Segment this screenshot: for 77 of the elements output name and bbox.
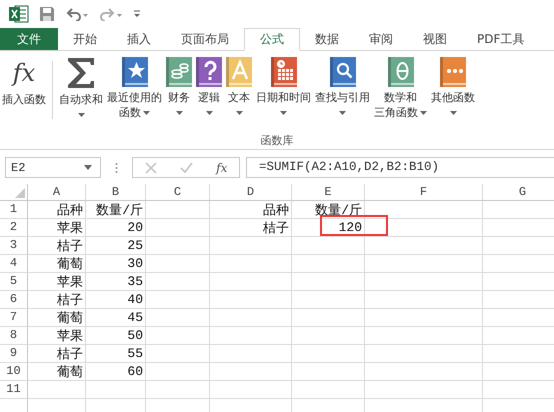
table-cell-text: 葡萄 (57, 310, 83, 326)
ribbon-button[interactable]: 逻辑 (194, 57, 224, 120)
ribbon-button[interactable]: 数学和 三角函数 (372, 57, 429, 120)
undo-icon[interactable] (65, 7, 89, 21)
save-icon[interactable] (39, 6, 55, 22)
ribbon-tab[interactable]: 审阅 (354, 28, 408, 50)
row-header[interactable]: 6 (0, 291, 28, 308)
ribbon-tab[interactable]: PDF工具 (462, 28, 540, 50)
redo-icon[interactable] (99, 7, 123, 21)
row-header[interactable]: 4 (0, 255, 28, 272)
table-cell-text: 桔子 (57, 238, 83, 254)
ribbon-button[interactable]: 最近使用的 函数 (105, 57, 164, 120)
group-label: 函数库 (260, 133, 294, 148)
dropdown-icon (84, 165, 92, 170)
table-cell: 40 (127, 292, 143, 307)
row-header[interactable]: 1 (0, 201, 28, 218)
table-cell-text: 桔子 (263, 220, 289, 236)
ribbon-button[interactable]: 其他函数 (429, 57, 477, 120)
file-tab[interactable]: 文件 (0, 28, 58, 50)
ribbon-tab[interactable]: 视图 (408, 28, 462, 50)
ribbon-tab[interactable]: 公式 (244, 28, 300, 51)
ribbon-button[interactable]: 文本 (224, 57, 254, 120)
spreadsheet-app-icon (9, 5, 29, 23)
table-cell-text: 品种 (263, 202, 289, 218)
table-cell: 30 (127, 256, 143, 271)
row-header[interactable]: 11 (0, 381, 28, 398)
table-cell-text: 桔子 (57, 292, 83, 308)
table-cell: 55 (127, 346, 143, 361)
table-cell-text: 品种 (57, 202, 83, 218)
ribbon-button[interactable]: 自动求和 (57, 57, 105, 122)
table-cell-text: 葡萄 (57, 256, 83, 272)
table-cell-text: 苹果 (57, 220, 83, 236)
insert-function-button[interactable]: fx (216, 160, 228, 174)
table-cell-text: 苹果 (57, 274, 83, 290)
check-icon[interactable] (180, 162, 193, 174)
function-icon: fx (12, 57, 36, 89)
ribbon-button[interactable]: 日期和时间 (254, 57, 313, 120)
ribbon-tab[interactable]: 数据 (300, 28, 354, 50)
table-cell-text: 桔子 (57, 346, 83, 362)
column-header[interactable]: A (28, 184, 86, 200)
table-cell: 25 (127, 238, 143, 253)
row-header[interactable]: 9 (0, 345, 28, 362)
table-cell-text: 葡萄 (57, 364, 83, 380)
ribbon-button[interactable]: fx 插入函数 (0, 57, 48, 107)
ribbon-button[interactable]: 查找与引用 (313, 57, 372, 120)
table-cell-text: 数量/斤 (315, 202, 362, 218)
column-header[interactable]: E (292, 184, 365, 200)
row-header[interactable]: 2 (0, 219, 28, 236)
column-header[interactable]: F (365, 184, 483, 200)
row-header[interactable]: 5 (0, 273, 28, 290)
ribbon-tab[interactable]: 页面布局 (166, 28, 244, 50)
grip-icon (115, 162, 118, 174)
ribbon-tab[interactable]: 插入 (112, 28, 166, 50)
select-all-icon[interactable] (15, 188, 25, 198)
customize-toolbar-icon[interactable] (133, 10, 141, 18)
table-cell: 50 (127, 328, 143, 343)
row-header[interactable]: 10 (0, 363, 28, 380)
column-header[interactable]: G (483, 184, 554, 200)
column-header[interactable]: B (86, 184, 146, 200)
table-cell: 45 (127, 310, 143, 325)
row-header[interactable]: 7 (0, 309, 28, 326)
column-header[interactable]: D (210, 184, 292, 200)
table-cell-text: 数量/斤 (96, 202, 143, 218)
table-cell-text: 苹果 (57, 328, 83, 344)
cancel-icon[interactable] (144, 162, 157, 174)
table-cell: 120 (338, 220, 362, 235)
table-cell: 60 (127, 364, 143, 379)
formula-field[interactable]: =SUMIF(A2:A10,D2,B2:B10) (246, 157, 554, 178)
table-cell: 20 (127, 220, 143, 235)
ribbon-tab[interactable]: 开始 (58, 28, 112, 50)
row-header[interactable]: 3 (0, 237, 28, 254)
column-header[interactable]: C (146, 184, 210, 200)
name-box[interactable]: E2 (5, 157, 101, 178)
sigma-icon (66, 57, 96, 89)
row-header[interactable]: 8 (0, 327, 28, 344)
table-cell: 35 (127, 274, 143, 289)
ribbon-button[interactable]: 财务 (164, 57, 194, 120)
